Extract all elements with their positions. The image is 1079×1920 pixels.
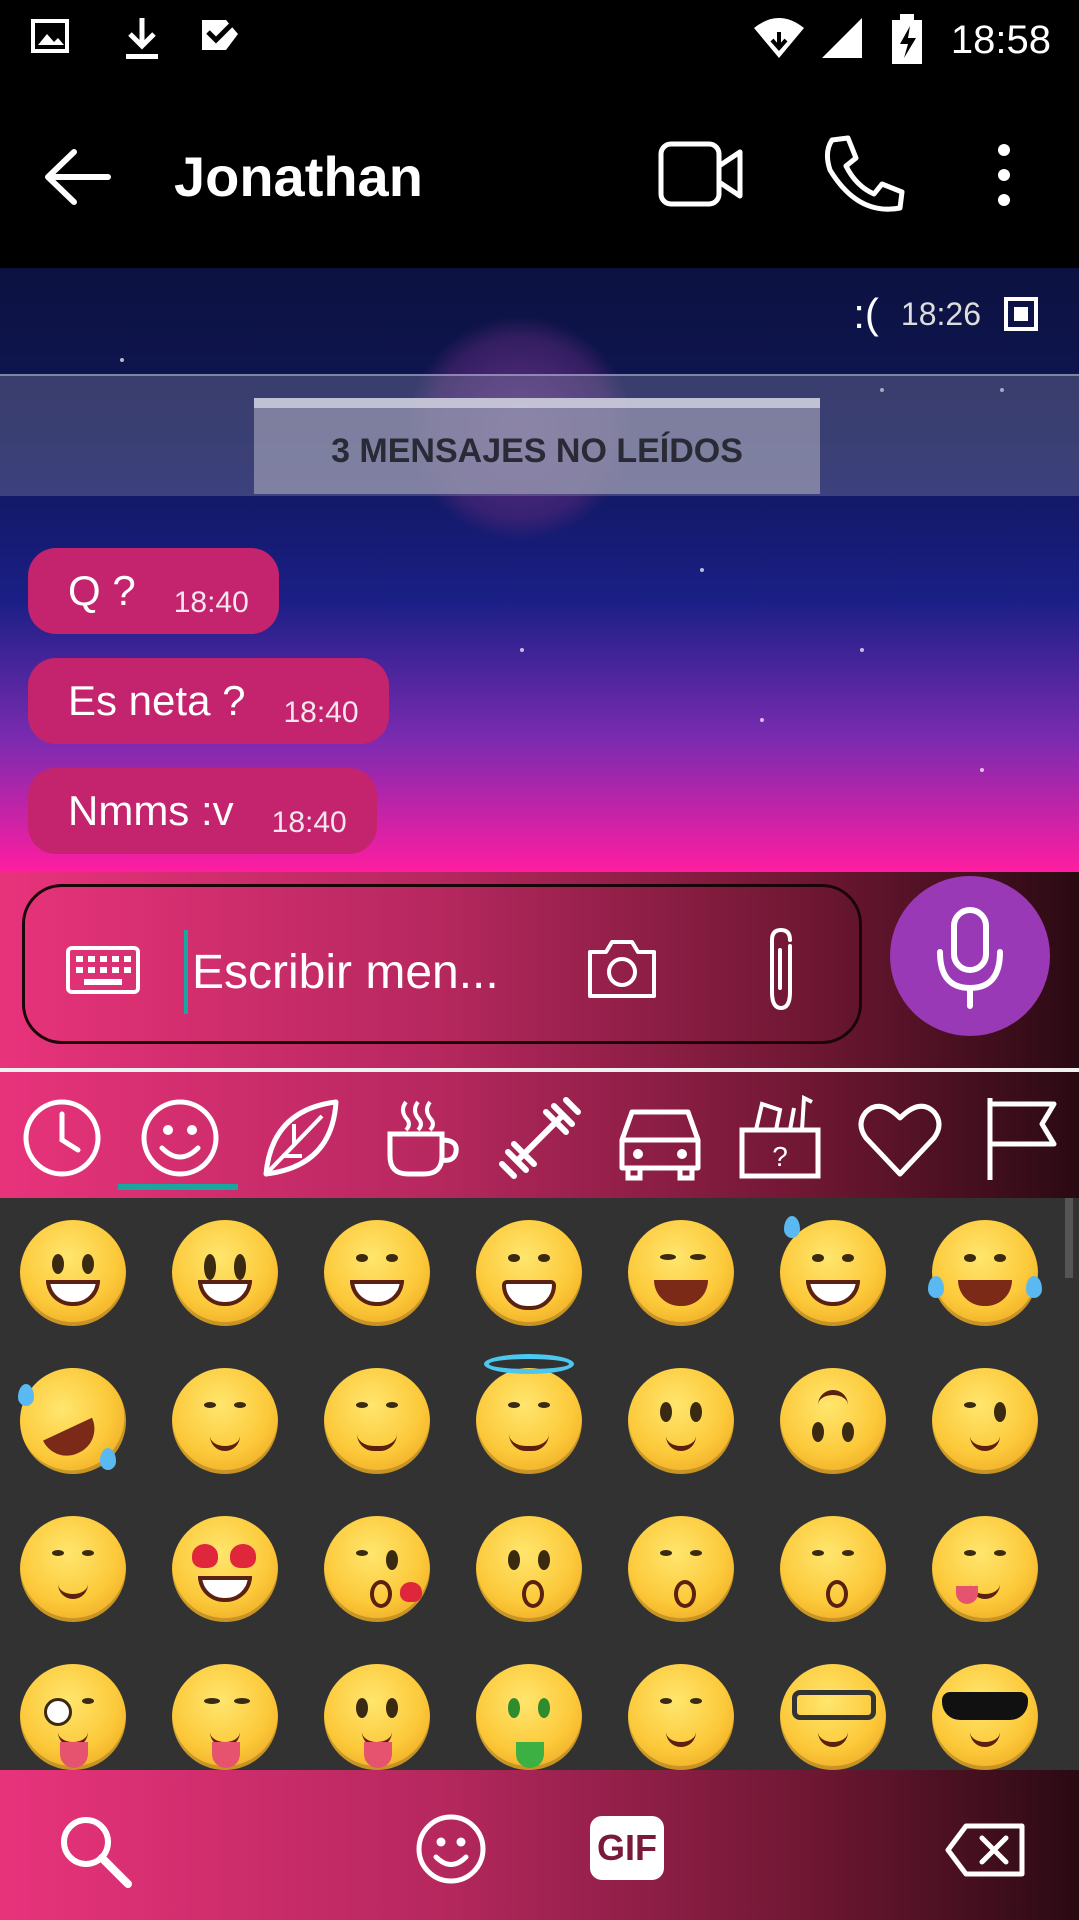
check-box-icon — [202, 20, 238, 50]
emoji-smile[interactable] — [324, 1220, 430, 1326]
paperclip-icon[interactable] — [756, 926, 806, 1014]
emoji-kissing-smiling-eyes[interactable] — [628, 1516, 734, 1622]
activity-dumbbell-icon[interactable] — [492, 1090, 588, 1186]
gif-button[interactable]: GIF — [590, 1816, 664, 1880]
emoji-joy[interactable] — [928, 1220, 1042, 1326]
food-coffee-icon[interactable] — [372, 1090, 468, 1186]
previous-message[interactable]: :( 18:26 — [853, 290, 1039, 338]
emoji-wink[interactable] — [932, 1368, 1038, 1474]
back-arrow-icon[interactable] — [40, 142, 116, 212]
message-text: Nmms :v — [68, 787, 234, 834]
emoji-grid — [0, 1198, 1079, 1770]
emoji-grinning[interactable] — [20, 1220, 126, 1326]
background-star — [700, 568, 704, 572]
emoji-kissing-closed-eyes[interactable] — [780, 1516, 886, 1622]
emoji-yum[interactable] — [932, 1516, 1038, 1622]
recent-icon[interactable] — [14, 1090, 110, 1186]
emoji-bottom-bar: GIF — [0, 1770, 1079, 1920]
microphone-icon — [937, 907, 1003, 1009]
emoji-upside-down[interactable] — [780, 1368, 886, 1474]
flags-icon[interactable] — [972, 1090, 1068, 1186]
background-star — [520, 648, 524, 652]
status-bar: 18:58 — [0, 0, 1079, 84]
message-bubble[interactable]: Q ? 18:40 — [28, 548, 279, 634]
emoji-stuck-out-tongue-closed-eyes[interactable] — [172, 1664, 278, 1770]
contact-name[interactable]: Jonathan — [174, 142, 423, 212]
emoji-stuck-out-tongue[interactable] — [324, 1664, 430, 1770]
background-star — [860, 648, 864, 652]
emoji-slight-smile[interactable] — [628, 1368, 734, 1474]
app-bar: Jonathan — [0, 84, 1079, 268]
previous-message-text: :( — [853, 290, 879, 337]
microphone-button[interactable] — [890, 876, 1050, 1036]
message-input[interactable] — [184, 930, 532, 1014]
unread-band: 3 MENSAJES NO LEÍDOS — [0, 374, 1079, 496]
video-call-icon[interactable] — [656, 134, 746, 214]
emoji-scrollbar[interactable] — [1065, 1198, 1073, 1278]
keyboard-icon[interactable] — [66, 946, 140, 994]
message-bubble[interactable]: Nmms :v 18:40 — [28, 768, 377, 854]
message-time: 18:40 — [283, 696, 359, 729]
message-text: Es neta ? — [68, 677, 246, 724]
wifi-icon — [754, 18, 804, 58]
status-time: 18:58 — [950, 18, 1051, 62]
background-star — [120, 358, 124, 362]
svg-text:?: ? — [772, 1141, 788, 1172]
message-status-icon — [1004, 297, 1038, 331]
message-time: 18:40 — [271, 806, 347, 839]
camera-icon[interactable] — [586, 936, 658, 1000]
backspace-icon[interactable] — [944, 1822, 1026, 1878]
symbols-heart-icon[interactable] — [852, 1090, 948, 1186]
emoji-money-mouth[interactable] — [476, 1664, 582, 1770]
emoji-blush[interactable] — [324, 1368, 430, 1474]
selected-category-indicator — [118, 1184, 238, 1190]
emoji-sunglasses[interactable] — [932, 1664, 1038, 1770]
message-text: Q ? — [68, 567, 136, 614]
emoji-nerd[interactable] — [780, 1664, 886, 1770]
emoji-sweat-smile[interactable] — [780, 1216, 886, 1326]
signal-icon — [822, 18, 862, 58]
emoji-smiley[interactable] — [172, 1220, 278, 1326]
emoji-relaxed[interactable] — [172, 1368, 278, 1474]
emoji-rofl[interactable] — [2, 1350, 144, 1492]
battery-charging-icon — [892, 14, 922, 64]
emoji-stuck-out-tongue-winking[interactable] — [20, 1664, 126, 1770]
emoji-category-tabs: ? — [0, 1072, 1079, 1198]
search-icon[interactable] — [54, 1810, 136, 1892]
chat-area[interactable]: :( 18:26 3 MENSAJES NO LEÍDOS Q ? 18:40 … — [0, 268, 1079, 872]
message-bubble[interactable]: Es neta ? 18:40 — [28, 658, 389, 744]
objects-icon[interactable]: ? — [732, 1090, 828, 1186]
emoji-innocent[interactable] — [476, 1354, 582, 1474]
emoji-icon[interactable] — [414, 1812, 488, 1886]
emoji-grin[interactable] — [476, 1220, 582, 1326]
background-star — [980, 768, 984, 772]
background-star — [760, 718, 764, 722]
emoji-kissing-heart[interactable] — [324, 1516, 430, 1622]
emoji-hugging[interactable] — [628, 1664, 734, 1770]
emoji-kissing[interactable] — [476, 1516, 582, 1622]
image-icon — [31, 19, 69, 53]
download-icon — [126, 18, 158, 59]
phone-icon[interactable] — [818, 130, 908, 220]
more-vert-icon[interactable] — [984, 140, 1024, 210]
message-time: 18:40 — [173, 586, 249, 619]
emoji-laughing[interactable] — [628, 1220, 734, 1326]
smiley-icon[interactable] — [132, 1090, 228, 1186]
emoji-relieved[interactable] — [20, 1516, 126, 1622]
nature-leaf-icon[interactable] — [252, 1090, 348, 1186]
previous-message-time: 18:26 — [900, 295, 981, 332]
travel-car-icon[interactable] — [612, 1090, 708, 1186]
unread-messages-banner: 3 MENSAJES NO LEÍDOS — [254, 398, 820, 494]
emoji-heart-eyes[interactable] — [172, 1516, 278, 1622]
